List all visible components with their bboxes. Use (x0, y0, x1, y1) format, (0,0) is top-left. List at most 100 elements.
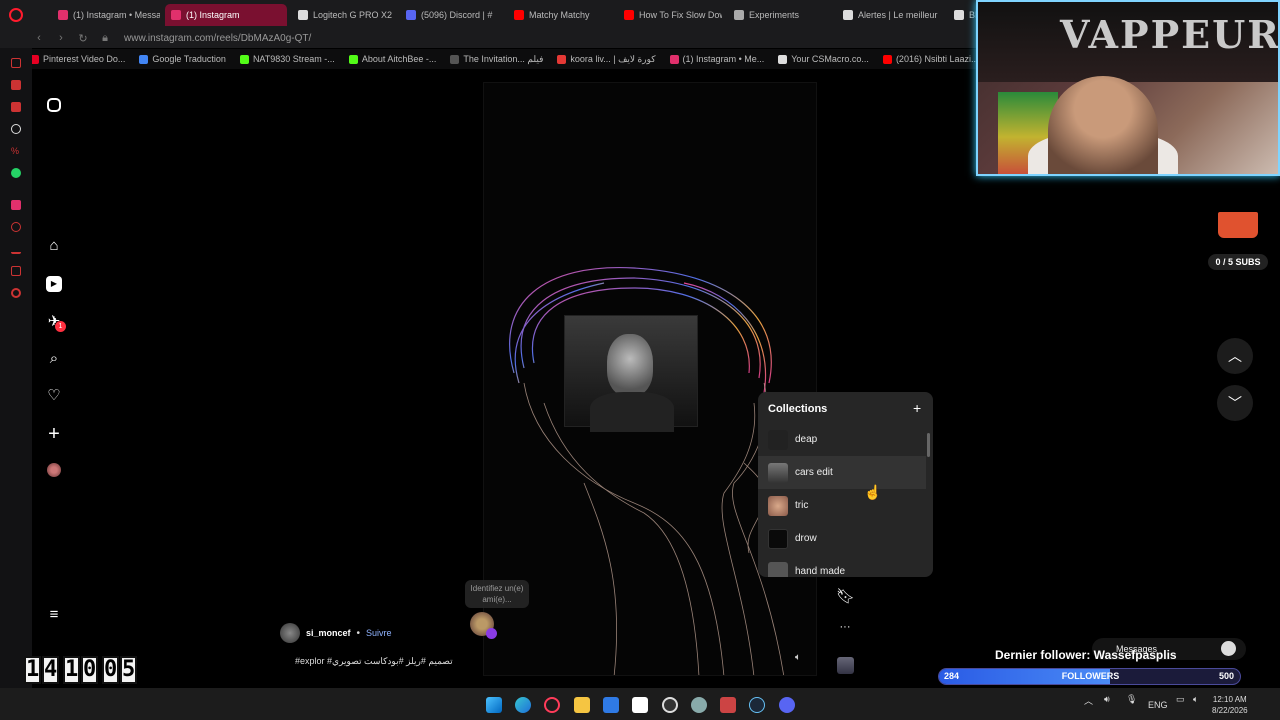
sidebar-music-icon[interactable] (11, 102, 21, 112)
collection-item[interactable]: deap (758, 423, 926, 456)
tag-friend-prompt[interactable]: Identifiez un(e) ami(e)... (465, 580, 529, 608)
sidebar-history-icon[interactable] (11, 58, 21, 68)
clock-digit: 4 (42, 656, 59, 684)
sidebar-extension-icon[interactable] (11, 266, 21, 276)
sidebar-chatgpt-icon[interactable] (11, 124, 21, 134)
tray-chevron-icon[interactable]: ︿ (1084, 694, 1093, 707)
more-options-icon[interactable]: ··· (836, 621, 854, 633)
bookmark-favicon-icon (882, 54, 892, 64)
follow-button[interactable]: Suivre (366, 628, 392, 638)
bookmark-label: (1) Instagram • Me... (682, 54, 765, 64)
sidebar-messenger-icon[interactable] (11, 80, 21, 90)
audio-thumbnail[interactable] (837, 657, 854, 674)
tab-favicon-icon (843, 10, 853, 20)
tray-clock[interactable]: 12:10 AM 8/22/2026 (1212, 694, 1248, 716)
app-icon[interactable] (720, 697, 736, 713)
collection-item[interactable]: drow (758, 522, 926, 555)
forward-arrow-icon[interactable]: › (50, 32, 72, 44)
tray-volume-icon[interactable]: 🔊︎ (1104, 694, 1110, 705)
sidebar-settings-icon[interactable] (11, 288, 21, 298)
defender-icon[interactable] (603, 697, 619, 713)
last-follower-label: Dernier follower: Wassefpasplis (995, 648, 1177, 662)
browser-tab[interactable]: Logitech G PRO X2 Su (292, 4, 392, 26)
author-avatar[interactable] (280, 623, 300, 643)
url-field[interactable]: www.instagram.com/reels/DbMAzA0g-QT/ (124, 33, 311, 44)
sidebar-percent-icon[interactable]: % (11, 146, 21, 156)
steam-icon[interactable] (749, 697, 765, 713)
reload-icon[interactable]: ↻ (72, 32, 94, 45)
add-collection-button[interactable]: + (913, 400, 921, 416)
tray-mic-icon[interactable]: 🎙︎ (1126, 694, 1137, 705)
capcut-icon[interactable] (632, 697, 648, 713)
collections-scrollbar[interactable] (926, 427, 931, 572)
webcam-wall-sign: VAPPEUR (1060, 12, 1280, 57)
bookmark-item[interactable]: Google Traduction (139, 54, 226, 64)
bookmark-item[interactable]: Pinterest Video Do... (30, 54, 125, 64)
author-name[interactable]: si_moncef (306, 628, 351, 638)
tray-speaker-icon[interactable]: 🔈︎ (1193, 694, 1198, 705)
browser-tab[interactable]: BL (948, 4, 978, 26)
reels-icon[interactable]: ▶ (46, 276, 62, 292)
browser-tab[interactable]: (1) Instagram • Messa (52, 4, 160, 26)
bookmark-item[interactable]: Your CSMacro.co... (778, 54, 869, 64)
bookmark-item[interactable]: NAT9830 Stream -... (239, 54, 335, 64)
edge-icon[interactable] (515, 697, 531, 713)
collection-item[interactable]: tric (758, 489, 926, 522)
start-icon[interactable] (486, 697, 502, 713)
opera-gx-icon[interactable] (544, 697, 560, 713)
next-reel-button[interactable]: ﹀ (1217, 385, 1253, 421)
bookmark-label: Google Traduction (152, 54, 226, 64)
previous-reel-button[interactable]: ︿ (1217, 338, 1253, 374)
sidebar-whatsapp-icon[interactable] (11, 168, 21, 178)
collections-title: Collections (768, 403, 828, 415)
sidebar-clock-icon[interactable] (11, 222, 21, 232)
hand-cursor-icon: ☝ (864, 484, 882, 500)
profile-avatar[interactable] (47, 463, 61, 477)
bookmark-label: (2016) Nsibti Laazi... (895, 54, 979, 64)
bookmark-label: Pinterest Video Do... (43, 54, 126, 64)
browser-tab[interactable]: Alertes | Le meilleur (837, 4, 943, 26)
discord-icon[interactable] (779, 697, 795, 713)
file-explorer-icon[interactable] (574, 697, 590, 713)
browser-tab[interactable]: (1) Instagram (165, 4, 287, 26)
browser-tab[interactable]: Matchy Matchy (508, 4, 612, 26)
collection-item[interactable]: cars edit (758, 456, 926, 489)
messages-toggle-icon[interactable] (1221, 641, 1236, 656)
create-icon[interactable]: + (46, 424, 62, 444)
author-separator: • (356, 627, 361, 639)
browser-tab[interactable]: How To Fix Slow Dow (618, 4, 722, 26)
tray-network-icon[interactable]: ▭ (1176, 694, 1185, 705)
heart-icon[interactable]: ♡ (46, 388, 62, 404)
bookmark-favicon-icon (669, 54, 679, 64)
tray-language[interactable]: ENG (1148, 700, 1168, 710)
reel-video[interactable]: 🔈︎ (483, 82, 817, 676)
bookmark-item[interactable]: (2016) Nsibti Laazi... (882, 54, 979, 64)
bookmark-item[interactable]: koora liv... | كورة لايف (557, 54, 656, 65)
bookmark-item[interactable]: About AitchBee -... (348, 54, 436, 64)
obs-icon[interactable] (662, 697, 678, 713)
collection-item[interactable]: hand made (758, 555, 926, 577)
sidebar-instagram-icon[interactable] (11, 200, 21, 210)
tab-label: How To Fix Slow Dow (639, 10, 722, 20)
instagram-logo-icon[interactable] (47, 98, 61, 112)
tab-favicon-icon (406, 10, 416, 20)
speaker-mute-icon[interactable]: 🔈︎ (791, 652, 805, 666)
bookmark-icon[interactable]: 🔖︎ (836, 587, 855, 605)
browser-tab[interactable]: (5096) Discord | # (400, 4, 502, 26)
collection-thumbnail (768, 495, 788, 516)
bookmark-item[interactable]: (1) Instagram • Me... (669, 54, 765, 64)
home-icon[interactable]: ⌂ (46, 238, 62, 254)
opera-logo-icon[interactable] (9, 8, 23, 22)
clock-digit: 5 (120, 656, 137, 684)
search-icon[interactable]: ⌕ (46, 351, 62, 367)
browser-tab[interactable]: Experiments (728, 4, 828, 26)
menu-icon[interactable]: ≡ (46, 607, 62, 623)
reel-caption: #explor #تصميم #ريلز #بودكاست تصويري (295, 656, 453, 666)
bookmark-favicon-icon (778, 54, 788, 64)
bookmark-item[interactable]: The Invitation... فيلم (450, 54, 543, 65)
collection-thumbnail (768, 528, 788, 549)
back-arrow-icon[interactable]: ‹ (28, 32, 50, 44)
sidebar-download-icon[interactable] (11, 244, 21, 254)
settings-icon[interactable] (691, 697, 707, 713)
tab-label: (5096) Discord | # (421, 10, 493, 20)
